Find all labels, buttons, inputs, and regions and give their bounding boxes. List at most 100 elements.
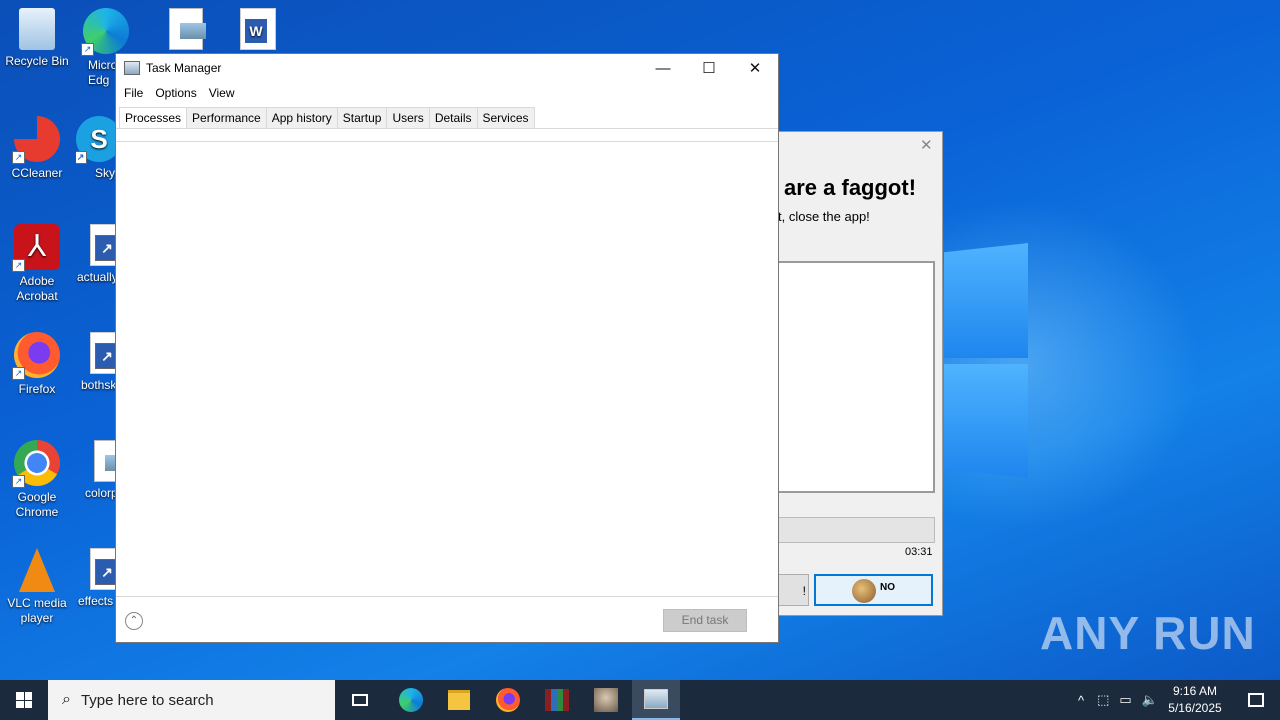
tab-divider	[116, 128, 778, 129]
notification-icon	[1248, 693, 1264, 707]
desktop-icon-label: Recycle Bin	[5, 54, 69, 68]
tab-processes[interactable]: Processes	[119, 107, 188, 129]
tab-app-history[interactable]: App history	[266, 107, 338, 129]
meet-now-icon[interactable]: ⬚	[1097, 692, 1109, 708]
network-icon[interactable]: ▭	[1119, 692, 1131, 708]
clock-time: 9:16 AM	[1172, 684, 1218, 698]
desktop-icon-google-chrome[interactable]: ↗ Google Chrome	[1, 440, 73, 520]
word-document-icon: W	[240, 8, 276, 50]
image-file-icon	[94, 440, 116, 482]
desktop-icon-colorp[interactable]: colorp	[76, 440, 116, 501]
menu-view[interactable]: View	[203, 86, 241, 100]
folder-icon	[448, 690, 470, 710]
desktop-icon-word-effects[interactable]: W↗ effects	[76, 548, 116, 609]
taskbar-search-box[interactable]: ⌕ Type here to search	[48, 680, 335, 720]
taskbar: ⌕ Type here to search ^ ⬚ ▭ 🔈 9:16 AM 5/…	[0, 680, 1280, 720]
desktop-icon-word-actually[interactable]: W↗ actually	[76, 224, 116, 285]
prank-subtext: t, close the app!	[779, 209, 870, 224]
title-bar[interactable]: Task Manager — ☐ ✕	[116, 54, 778, 82]
notification-center-button[interactable]	[1232, 680, 1280, 720]
task-view-button[interactable]	[336, 680, 384, 720]
menu-bar: File Options View	[116, 82, 778, 104]
chrome-icon: ↗	[12, 440, 60, 488]
desktop-icon-recycle-bin[interactable]: Recycle Bin	[1, 8, 73, 69]
menu-options[interactable]: Options	[149, 86, 202, 100]
close-button[interactable]: ✕	[732, 54, 778, 82]
desktop-icon-vlc[interactable]: VLC media player	[1, 548, 73, 626]
word-document-icon: W↗	[90, 224, 116, 266]
recycle-bin-icon	[19, 8, 55, 50]
desktop-icon-firefox[interactable]: ↗ Firefox	[1, 332, 73, 397]
winrar-icon	[545, 689, 569, 711]
prank-window: ✕ are a faggot! t, close the app! 03:31 …	[779, 131, 943, 616]
task-view-icon	[352, 694, 368, 706]
tab-services[interactable]: Services	[477, 107, 535, 129]
taskbar-edge[interactable]	[387, 680, 435, 720]
close-icon[interactable]: ✕	[920, 136, 933, 154]
minimize-button[interactable]: —	[640, 54, 686, 82]
word-document-icon: W↗	[90, 548, 116, 590]
task-manager-window: Task Manager — ☐ ✕ File Options View Pro…	[115, 53, 779, 643]
window-title: Task Manager	[146, 61, 222, 75]
volume-icon[interactable]: 🔈	[1142, 692, 1158, 708]
taskbar-image-app[interactable]	[582, 680, 630, 720]
taskbar-task-manager[interactable]	[632, 680, 680, 720]
search-icon: ⌕	[62, 691, 71, 708]
desktop-icon-label: effects	[78, 594, 114, 608]
skype-icon: S ↗	[76, 116, 116, 164]
end-task-button[interactable]: End task	[663, 609, 747, 632]
tab-strip: Processes Performance App history Startu…	[119, 107, 535, 129]
fewer-details-icon[interactable]: ⌃	[125, 612, 143, 630]
vlc-icon	[19, 548, 55, 592]
face-image-icon	[852, 579, 876, 603]
prank-no-button[interactable]: NO	[814, 574, 933, 606]
desktop-icon-label: CCleaner	[11, 166, 63, 180]
prank-text-box[interactable]	[779, 261, 935, 493]
adobe-acrobat-icon: ⅄ ↗	[12, 224, 60, 272]
desktop-icon-word-file[interactable]: W	[222, 8, 294, 54]
desktop-icon-label: actually	[77, 270, 116, 284]
desktop-icon-ccleaner[interactable]: ↗ CCleaner	[1, 116, 73, 181]
prank-progress-bar	[779, 517, 935, 543]
tab-performance[interactable]: Performance	[187, 107, 267, 129]
desktop-icon-image-file[interactable]	[150, 8, 222, 54]
desktop-icon-word-bothsk[interactable]: W↗ bothsk	[76, 332, 116, 393]
ccleaner-icon: ↗	[12, 116, 60, 164]
system-tray: ^ ⬚ ▭ 🔈	[1070, 680, 1163, 720]
taskbar-winrar[interactable]	[533, 680, 581, 720]
taskbar-clock[interactable]: 9:16 AM 5/16/2025	[1160, 683, 1230, 717]
tab-details[interactable]: Details	[429, 107, 478, 129]
search-placeholder: Type here to search	[80, 691, 214, 709]
taskbar-file-explorer[interactable]	[435, 680, 483, 720]
word-document-icon: W↗	[90, 332, 116, 374]
chevron-up-icon[interactable]: ^	[1078, 693, 1084, 708]
maximize-button[interactable]: ☐	[686, 54, 732, 82]
image-app-icon	[594, 688, 618, 712]
desktop-icon-label: Adobe Acrobat	[16, 274, 58, 303]
image-file-icon	[169, 8, 206, 50]
tab-startup[interactable]: Startup	[337, 107, 388, 129]
taskbar-firefox[interactable]	[484, 680, 532, 720]
menu-file[interactable]: File	[118, 86, 149, 100]
edge-icon	[399, 688, 423, 712]
anyrun-watermark: ANY RUN	[1040, 607, 1256, 659]
prank-timer: 03:31	[905, 546, 933, 558]
task-manager-app-icon	[124, 61, 140, 75]
prank-no-label: NO	[880, 582, 895, 593]
start-button[interactable]	[0, 680, 48, 720]
desktop-icon-skype[interactable]: S ↗ Sky	[76, 116, 116, 181]
desktop-icon-label: bothsk	[81, 378, 116, 392]
desktop-icon-label: Firefox	[18, 382, 56, 396]
desktop-icon-label: colorp	[85, 486, 116, 500]
desktop-icon-label: Sky	[95, 166, 116, 180]
clock-date: 5/16/2025	[1168, 701, 1222, 715]
desktop-icon-label: Google Chrome	[15, 490, 59, 519]
desktop-icon-adobe-acrobat[interactable]: ⅄ ↗ Adobe Acrobat	[1, 224, 73, 304]
tab-users[interactable]: Users	[387, 107, 430, 129]
windows-logo-wallpaper	[944, 243, 1028, 478]
firefox-icon	[496, 688, 520, 712]
edge-icon: ↗	[81, 8, 129, 56]
process-list-area[interactable]	[116, 141, 778, 597]
desktop-icon-label: VLC media player	[7, 596, 67, 625]
prank-left-button[interactable]: !	[779, 574, 809, 606]
